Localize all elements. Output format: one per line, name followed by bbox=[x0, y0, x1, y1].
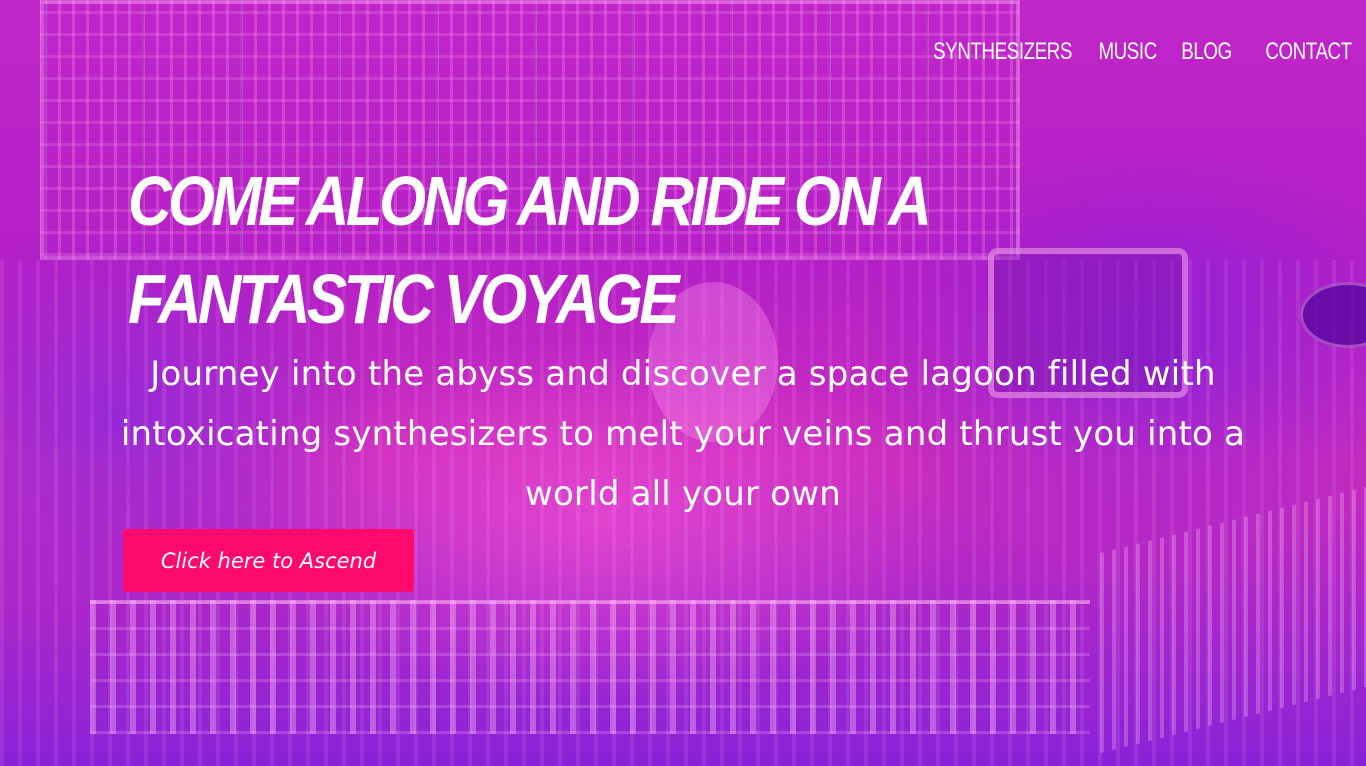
nav-link-synthesizers[interactable]: SYNTHESIZERS bbox=[933, 38, 1072, 66]
nav-link-music[interactable]: MUSIC bbox=[1098, 38, 1157, 66]
hero-description: Journey into the abyss and discover a sp… bbox=[120, 354, 1246, 514]
ascend-button[interactable]: Click here to Ascend bbox=[123, 529, 414, 592]
mixing-console-graphic bbox=[90, 600, 1090, 734]
main-navigation: SYNTHESIZERS MUSIC BLOG CONTACT bbox=[894, 38, 1353, 66]
nav-link-blog[interactable]: BLOG bbox=[1181, 38, 1232, 66]
nav-link-contact[interactable]: CONTACT bbox=[1266, 38, 1353, 66]
hero-section: SYNTHESIZERS MUSIC BLOG CONTACT COME ALO… bbox=[0, 0, 1366, 766]
hero-title: COME ALONG AND RIDE ON A FANTASTIC VOYAG… bbox=[128, 162, 930, 338]
